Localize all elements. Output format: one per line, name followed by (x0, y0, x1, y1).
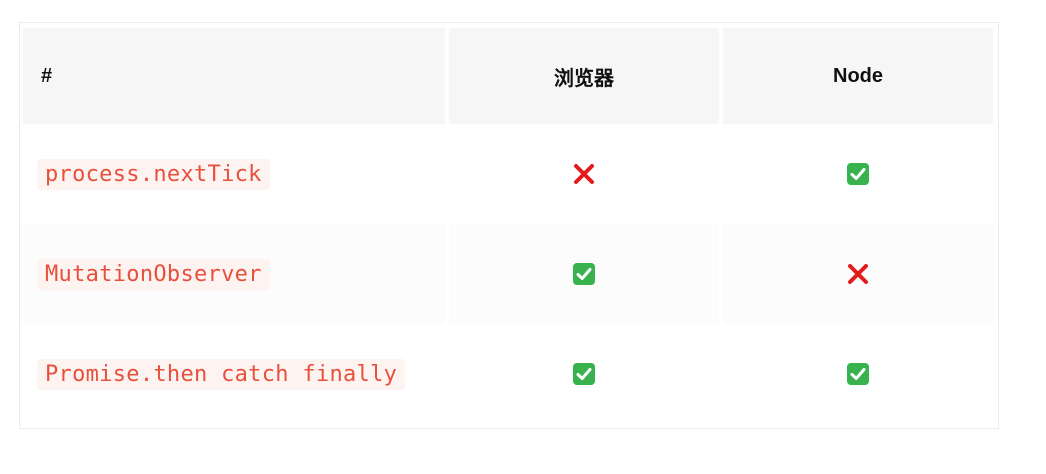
support-table-container: # 浏览器 Node process.nextTick MutationObse… (19, 22, 999, 429)
header-node: Node (723, 28, 993, 124)
cross-mark-icon (848, 264, 868, 284)
white-check-mark-icon (573, 263, 595, 285)
node-support-cell (723, 224, 993, 324)
api-name-code: Promise.then catch finally (37, 358, 406, 390)
api-name-cell: process.nextTick (23, 124, 445, 224)
api-name-code: process.nextTick (37, 158, 270, 190)
browser-support-cell (449, 224, 719, 324)
browser-support-cell (449, 324, 719, 424)
table-row: process.nextTick (23, 124, 993, 224)
node-support-cell (723, 124, 993, 224)
browser-support-cell (449, 124, 719, 224)
api-name-cell: MutationObserver (23, 224, 445, 324)
white-check-mark-icon (847, 363, 869, 385)
header-hash: # (23, 28, 445, 124)
header-browser: 浏览器 (449, 28, 719, 124)
api-name-cell: Promise.then catch finally (23, 324, 445, 424)
white-check-mark-icon (847, 163, 869, 185)
white-check-mark-icon (573, 363, 595, 385)
api-name-code: MutationObserver (37, 258, 270, 290)
table-row: Promise.then catch finally (23, 324, 993, 424)
table-row: MutationObserver (23, 224, 993, 324)
node-support-cell (723, 324, 993, 424)
support-table: # 浏览器 Node process.nextTick MutationObse… (19, 28, 997, 424)
table-header-row: # 浏览器 Node (23, 28, 993, 124)
cross-mark-icon (574, 164, 594, 184)
